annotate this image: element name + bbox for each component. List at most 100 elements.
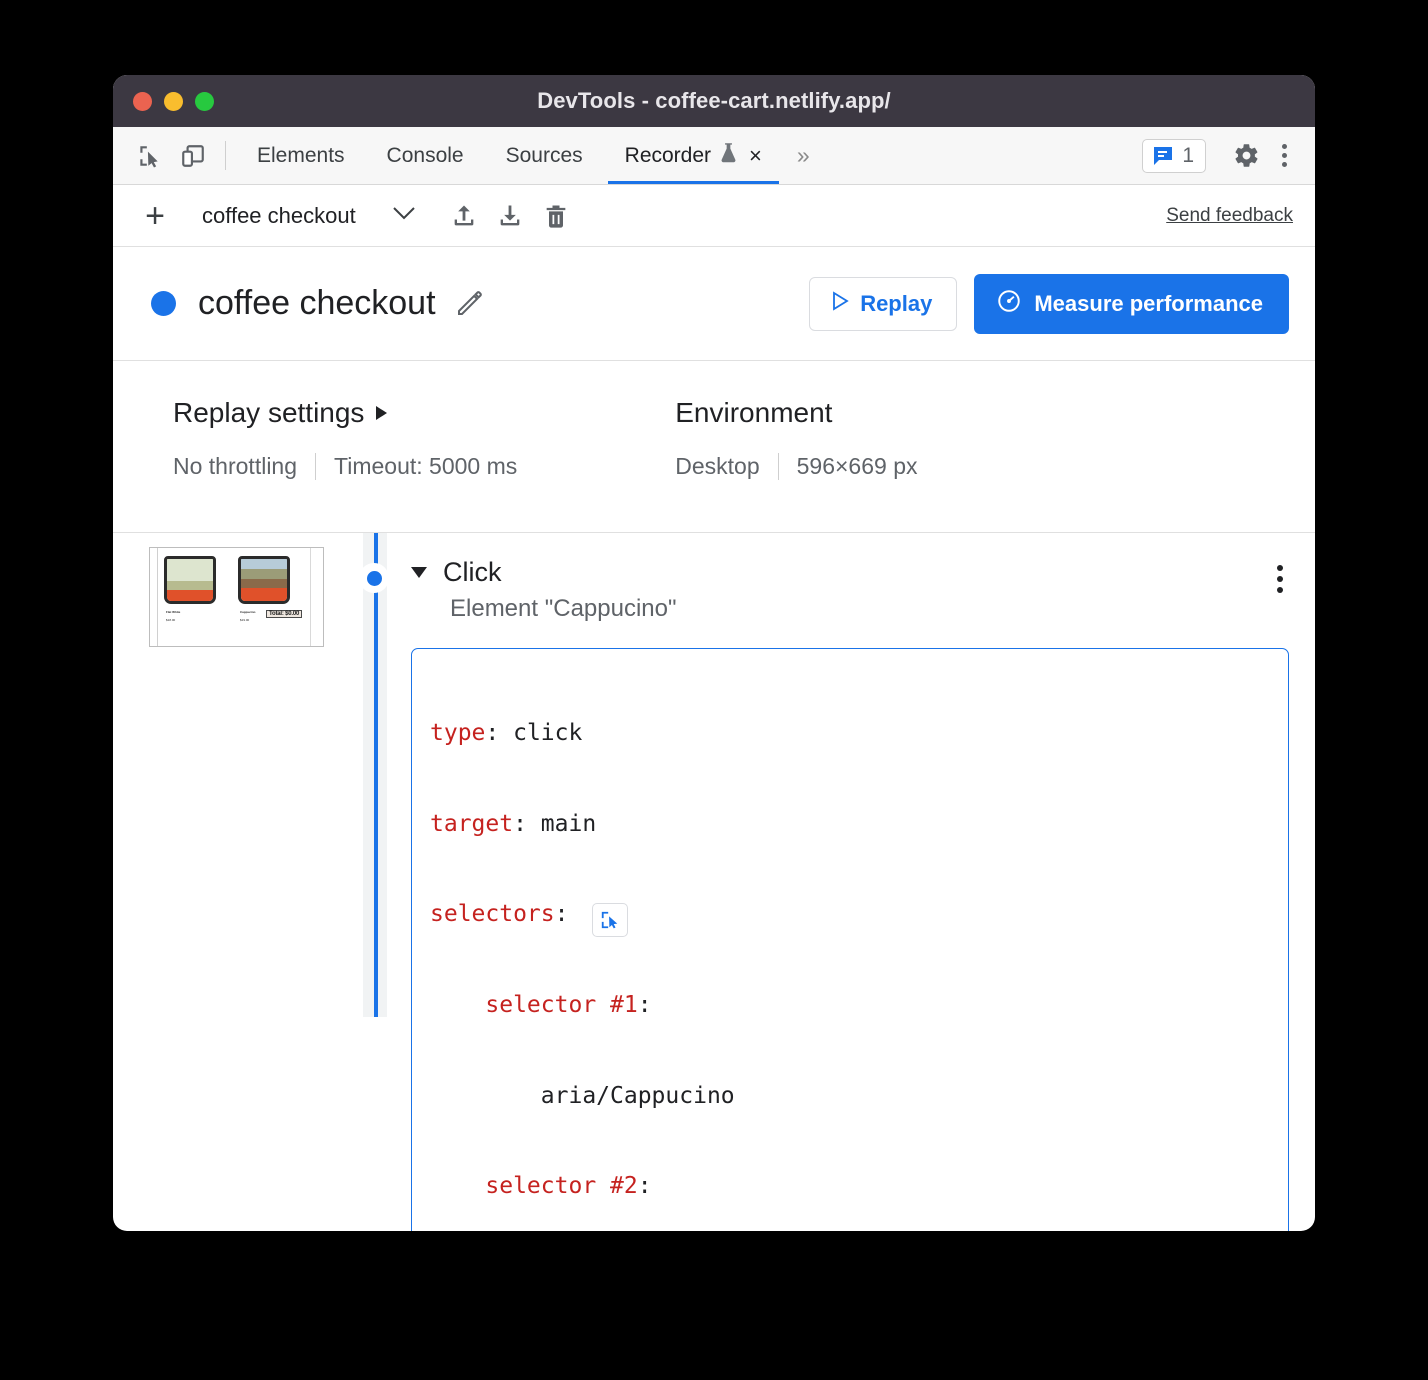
settings-gear-icon[interactable] — [1219, 142, 1274, 169]
window-title: DevTools - coffee-cart.netlify.app/ — [113, 88, 1315, 114]
step-expand-toggle[interactable]: Click — [411, 557, 1271, 588]
step-title: Click — [443, 557, 502, 588]
replay-button[interactable]: Replay — [809, 277, 957, 331]
environment-title: Environment — [675, 397, 935, 429]
more-panels-icon[interactable]: » — [783, 127, 824, 184]
send-feedback-link[interactable]: Send feedback — [1166, 205, 1293, 227]
tabstrip-divider — [225, 141, 226, 170]
code-value-target: main — [541, 811, 596, 837]
edit-title-pencil-icon[interactable] — [454, 289, 484, 319]
timeout-value: Timeout: 5000 ms — [316, 453, 535, 480]
code-key-selectors: selectors — [430, 901, 555, 927]
code-key-selector-2: selector #2 — [485, 1173, 637, 1199]
step-code: type: click target: main selectors: sele… — [430, 666, 1264, 1231]
tab-recorder[interactable]: Recorder × — [604, 127, 783, 184]
thumbnail-cup-cappucino — [238, 556, 290, 604]
code-line-selector-2: selector #2: — [430, 1164, 1264, 1209]
recording-header: coffee checkout Replay — [113, 247, 1315, 361]
replay-settings-toggle[interactable]: Replay settings — [173, 397, 535, 429]
step-screenshot-thumbnail[interactable]: Flat White $18.00 Cappucino $19.00 Total… — [149, 547, 324, 647]
select-element-picker-icon[interactable] — [592, 903, 628, 937]
thumbnail-total-chip: Total: $0.00 — [266, 610, 302, 618]
replay-settings-column: Replay settings No throttling Timeout: 5… — [113, 397, 535, 532]
tab-console-label: Console — [387, 144, 464, 168]
recorder-toolbar: + coffee checkout — [113, 185, 1315, 247]
import-recording-icon[interactable] — [441, 193, 487, 239]
panel-tabs: Elements Console Sources Recorder × — [236, 127, 783, 184]
measure-performance-label: Measure performance — [1034, 291, 1263, 317]
thumbnail-price-flat-white: $18.00 — [166, 618, 175, 623]
replay-settings-title: Replay settings — [173, 397, 364, 429]
delete-recording-icon[interactable] — [533, 193, 579, 239]
thumbnail-right-rule — [310, 548, 311, 646]
play-triangle-icon — [830, 290, 850, 318]
thumbnail-cup-flat-white — [164, 556, 216, 604]
maximize-window-button[interactable] — [195, 92, 214, 111]
replay-button-label: Replay — [860, 291, 932, 317]
steps-area: Flat White $18.00 Cappucino $19.00 Total… — [113, 533, 1315, 1017]
issues-message-icon — [1151, 144, 1175, 168]
issues-badge[interactable]: 1 — [1142, 139, 1206, 173]
code-key-selector-1: selector #1 — [485, 992, 637, 1018]
issues-count: 1 — [1182, 144, 1194, 168]
recording-select[interactable]: coffee checkout — [194, 203, 416, 229]
code-line-target: target: main — [430, 802, 1264, 847]
replay-settings-summary: No throttling Timeout: 5000 ms — [173, 453, 535, 480]
code-key-target: target — [430, 811, 513, 837]
tabstrip-right-controls: 1 — [1142, 127, 1315, 184]
chevron-down-icon — [392, 206, 416, 226]
performance-gauge-icon — [996, 288, 1022, 320]
window-titlebar: DevTools - coffee-cart.netlify.app/ — [113, 75, 1315, 127]
window-controls — [133, 75, 214, 127]
tab-console[interactable]: Console — [366, 127, 485, 184]
code-line-selector-1: selector #1: — [430, 983, 1264, 1028]
step-details: Click Element "Cappucino" type: click ta… — [387, 533, 1315, 1017]
environment-summary: Desktop 596×669 px — [675, 453, 935, 480]
code-line-type: type: click — [430, 711, 1264, 756]
devtools-more-options-icon[interactable] — [1274, 144, 1299, 167]
close-window-button[interactable] — [133, 92, 152, 111]
export-recording-icon[interactable] — [487, 193, 533, 239]
throttling-value: No throttling — [173, 453, 315, 480]
minimize-window-button[interactable] — [164, 92, 183, 111]
tab-sources-label: Sources — [506, 144, 583, 168]
environment-viewport: 596×669 px — [779, 453, 936, 480]
inspect-element-icon[interactable] — [127, 127, 171, 184]
thumbnail-left-rule — [157, 548, 158, 646]
step-subtitle: Element "Cappucino" — [450, 595, 1271, 623]
code-value-type: click — [513, 720, 582, 746]
thumbnail-label-cappucino: Cappucino — [240, 610, 256, 615]
recording-status-dot — [151, 291, 176, 316]
experimental-flask-icon — [719, 141, 738, 170]
screenshot-column: Flat White $18.00 Cappucino $19.00 Total… — [113, 533, 355, 1017]
step-code-card[interactable]: type: click target: main selectors: sele… — [411, 648, 1289, 1231]
environment-column: Environment Desktop 596×669 px — [535, 397, 935, 532]
tab-elements-label: Elements — [257, 144, 345, 168]
create-recording-button[interactable]: + — [133, 194, 177, 238]
steps-timeline — [363, 533, 387, 1017]
code-line-selectors: selectors: — [430, 892, 1264, 937]
tab-elements[interactable]: Elements — [236, 127, 366, 184]
timeline-step-node[interactable] — [359, 563, 389, 593]
devtools-window: DevTools - coffee-cart.netlify.app/ Elem… — [113, 75, 1315, 1231]
step-header-text: Click Element "Cappucino" — [411, 557, 1271, 623]
thumbnail-label-flat-white: Flat White — [166, 610, 180, 615]
code-line-selector-1-value: aria/Cappucino — [430, 1074, 1264, 1119]
tab-recorder-label: Recorder — [625, 144, 711, 168]
environment-device: Desktop — [675, 453, 777, 480]
recording-title: coffee checkout — [198, 284, 436, 323]
close-recorder-tab-icon[interactable]: × — [749, 145, 762, 167]
step-more-options-icon[interactable] — [1271, 557, 1289, 601]
step-header: Click Element "Cappucino" — [411, 557, 1289, 623]
recording-header-actions: Replay Measure performance — [809, 274, 1289, 334]
replay-settings-row: Replay settings No throttling Timeout: 5… — [113, 361, 1315, 533]
thumbnail-page: Flat White $18.00 Cappucino $19.00 Total… — [150, 548, 323, 646]
tab-sources[interactable]: Sources — [485, 127, 604, 184]
devtools-tabstrip: Elements Console Sources Recorder × » — [113, 127, 1315, 185]
device-toolbar-icon[interactable] — [171, 127, 215, 184]
code-key-type: type — [430, 720, 485, 746]
timeline-track — [374, 533, 378, 1017]
code-value-selector-1: aria/Cappucino — [541, 1083, 735, 1109]
measure-performance-button[interactable]: Measure performance — [974, 274, 1289, 334]
chevron-down-icon — [411, 567, 427, 578]
